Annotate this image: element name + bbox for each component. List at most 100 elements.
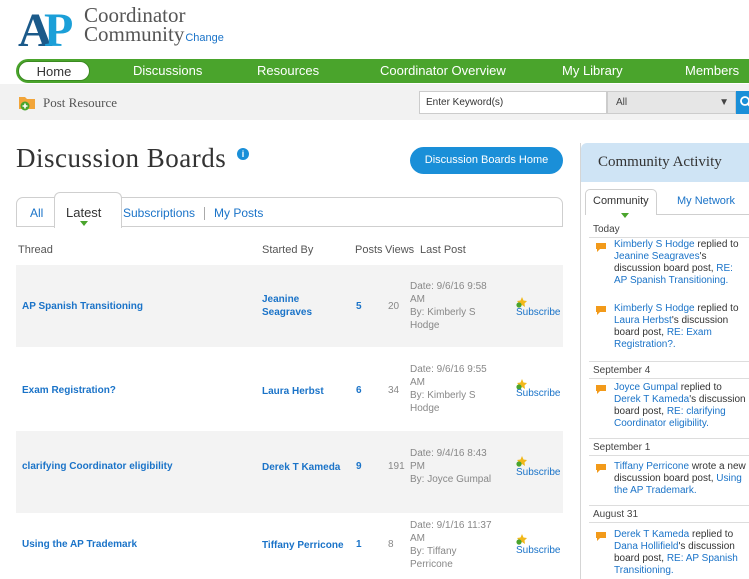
last-post: Date: 9/6/16 9:55 AM By: Kimberly S Hodge [410,363,502,415]
last-post: Date: 9/6/16 9:58 AM By: Kimberly S Hodge [410,280,502,332]
subscribe-icon[interactable] [516,455,528,467]
thread-link[interactable]: AP Spanish Transitioning [22,301,143,312]
tab-my-network[interactable]: My Network [677,195,735,207]
starter-link[interactable]: Jeanine Seagraves [262,293,312,319]
actor-link[interactable]: Joyce Gumpal [614,382,678,393]
community-activity-panel: Community Activity Community My Network … [580,143,749,579]
last-post-line: By: Kimberly S [410,390,476,401]
actor-link[interactable]: Kimberly S Hodge [614,239,695,250]
activity-text: replied to [677,382,722,393]
ap-logo[interactable]: A P [18,6,84,50]
panel-title: Community Activity [581,143,749,182]
nav-item-members[interactable]: Members [685,63,739,78]
subscribe-link[interactable]: Subscribe [516,388,560,399]
comment-icon [596,243,606,252]
comment-icon [596,464,606,473]
column-views[interactable]: Views [385,244,414,256]
posts-count[interactable]: 5 [356,301,362,312]
post-resource-button[interactable]: Post Resource [18,94,117,111]
subscribe-link[interactable]: Subscribe [516,307,560,318]
last-post: Date: 9/1/16 11:37 AM By: Tiffany Perricone [410,519,502,571]
last-post: Date: 9/4/16 8:43 PM By: Joyce Gumpal [410,447,502,486]
activity-text: replied to [689,529,734,540]
toolbar: Post Resource Enter Keyword(s) All ▼ [0,84,749,120]
tab-subscriptions[interactable]: Subscriptions [123,206,195,220]
subscribe-link[interactable]: Subscribe [516,545,560,556]
comment-icon [596,306,606,315]
column-thread[interactable]: Thread [18,244,53,256]
thread-link[interactable]: Using the AP Trademark [22,539,137,550]
last-post-line: By: Kimberly S [410,307,476,318]
activity-item: Kimberly S Hodge replied to Jeanine Seag… [614,239,748,287]
target-link[interactable]: Jeanine Seagraves [614,251,700,262]
comment-icon [596,532,606,541]
starter-name-line-1: Jeanine [262,294,300,305]
views-count: 20 [388,301,400,312]
column-posts[interactable]: Posts [355,244,383,256]
nav-item-resources[interactable]: Resources [257,63,319,78]
nav-item-home[interactable]: Home [18,61,90,81]
target-link[interactable]: Derek T Kameda [614,394,689,405]
posts-count[interactable]: 1 [356,539,362,550]
svg-text:P: P [44,6,73,50]
table-row: AP Spanish Transitioning Jeanine Seagrave… [16,265,563,347]
tab-latest[interactable]: Latest [66,205,101,220]
actor-link[interactable]: Derek T Kameda [614,529,689,540]
search-button[interactable] [736,91,749,114]
thread-link[interactable]: clarifying Coordinator eligibility [22,461,173,472]
nav-item-discussions[interactable]: Discussions [133,63,202,78]
last-post-line: By: Tiffany [410,546,457,557]
change-link[interactable]: Change [185,32,224,44]
subscribe-link[interactable]: Subscribe [516,467,560,478]
chevron-down-icon: ▼ [719,97,729,108]
activity-item: Tiffany Perricone wrote a new discussion… [614,461,748,497]
nav-item-coordinator-overview[interactable]: Coordinator Overview [380,63,506,78]
table-row: Using the AP Trademark Tiffany Perricone… [16,513,563,579]
divider [589,505,749,506]
column-started-by[interactable]: Started By [262,244,313,256]
last-post-line: PM [410,461,425,472]
views-count: 34 [388,385,400,396]
column-last-post[interactable]: Last Post [420,244,466,256]
search-input[interactable]: Enter Keyword(s) [419,91,607,114]
comment-icon [596,385,606,394]
last-post-line: Hodge [410,320,440,331]
target-link[interactable]: Laura Herbst [614,315,672,326]
views-count: 8 [388,539,394,550]
active-tab-indicator [80,221,88,226]
target-link[interactable]: Dana Hollifield [614,541,678,552]
posts-count[interactable]: 6 [356,385,362,396]
actor-link[interactable]: Tiffany Perricone [614,461,689,472]
last-post-line: Date: 9/6/16 9:55 [410,364,487,375]
posts-count[interactable]: 9 [356,461,362,472]
search-filter-select[interactable]: All ▼ [607,91,736,114]
starter-link[interactable]: Tiffany Perricone [262,539,344,552]
views-count: 191 [388,461,405,472]
activity-item: Kimberly S Hodge replied to Laura Herbst… [614,303,748,351]
divider [589,522,749,523]
page-title: Discussion Boards [16,143,227,173]
discussion-boards-home-button[interactable]: Discussion Boards Home [410,147,563,174]
subscribe-icon[interactable] [516,533,528,545]
starter-link[interactable]: Derek T Kameda [262,461,340,474]
activity-item: Joyce Gumpal replied to Derek T Kameda's… [614,382,748,430]
divider [589,361,749,362]
last-post-line: AM [410,294,425,305]
tab-divider [204,207,205,220]
thread-link[interactable]: Exam Registration? [22,385,116,396]
tab-all[interactable]: All [30,206,43,220]
nav-item-my-library[interactable]: My Library [562,63,623,78]
tab-my-posts[interactable]: My Posts [214,206,263,220]
brand-line-2: Community [84,22,185,46]
divider [589,237,749,238]
search-icon [740,96,749,107]
brand-title: Coordinator CommunityChange [84,5,224,48]
tab-community[interactable]: Community [593,195,649,207]
activity-text: replied to [694,239,739,250]
actor-link[interactable]: Kimberly S Hodge [614,303,695,314]
active-tab-indicator [621,213,629,218]
activity-item: Derek T Kameda replied to Dana Hollifiel… [614,529,748,577]
info-icon[interactable]: i [237,148,249,160]
starter-link[interactable]: Laura Herbst [262,385,324,398]
divider [589,455,749,456]
